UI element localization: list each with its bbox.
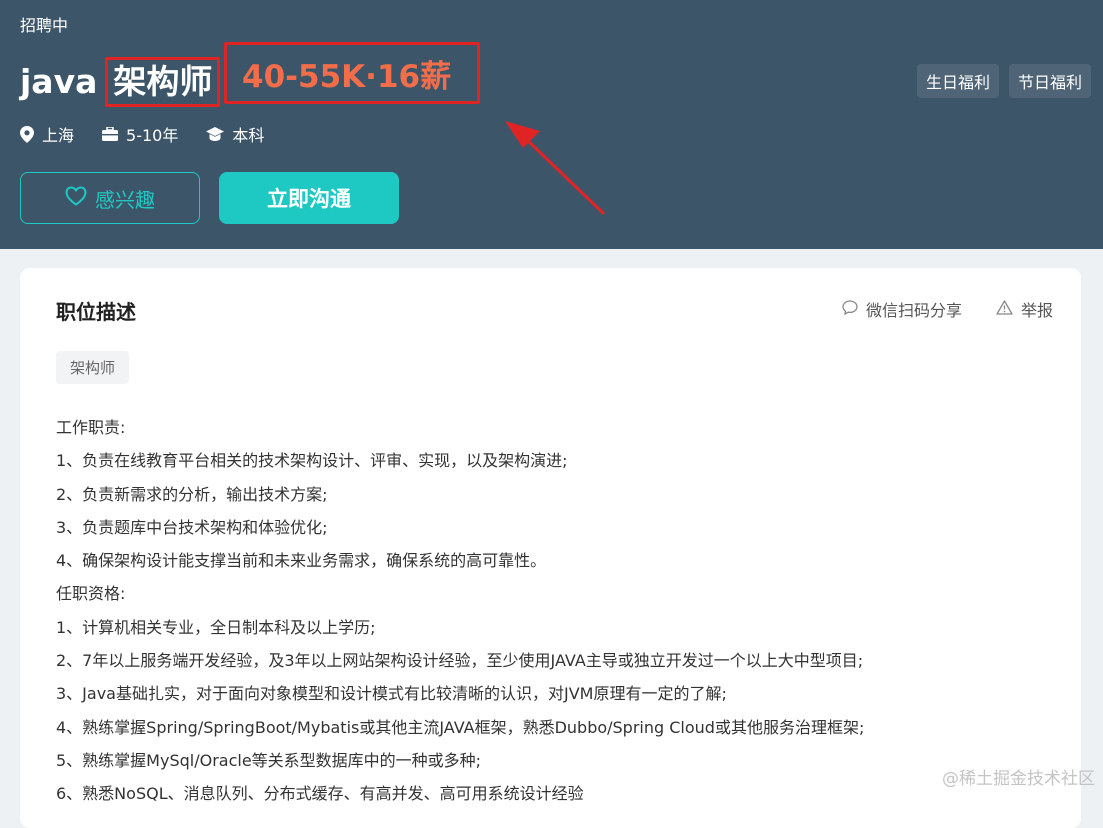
job-status: 招聘中 [20,16,69,35]
benefit-tag: 生日福利 [916,64,999,98]
card-actions: 微信扫码分享 举报 [842,297,1053,321]
description-line: 3、Java基础扎实，对于面向对象模型和设计模式有比较清晰的认识，对JVM原理有… [56,684,727,704]
card-title: 职位描述 [56,300,136,324]
job-description-card: 职位描述 微信扫码分享 举报 架构师 工作职责: 1、负责在线教育平台相关的技术… [20,268,1081,828]
job-header: 招聘中 java 架构师 40-55K·16薪 生日福利 节日福利 上海 5-10… [0,0,1103,249]
description-line: 2、7年以上服务端开发经验，及3年以上网站架构设计经验，至少使用JAVA主导或独… [56,651,864,671]
description-line: 5、熟练掌握MySql/Oracle等关系型数据库中的一种或多种; [56,750,482,770]
description-line: 6、熟悉NoSQL、消息队列、分布式缓存、有高并发、高可用系统设计经验 [56,784,584,804]
report-label: 举报 [1020,301,1053,320]
graduation-cap-icon [206,126,225,142]
description-line: 任职资格: [56,584,126,604]
interest-button[interactable]: 感兴趣 [20,172,200,224]
watermark: @稀土掘金技术社区 [942,769,1095,789]
description-line: 工作职责: [56,418,126,437]
chat-now-button[interactable]: 立即沟通 [219,172,399,224]
chat-bubble-icon [842,299,858,319]
share-label: 微信扫码分享 [865,301,962,320]
meta-location: 上海 [20,122,74,146]
job-title-highlight: 架构师 [105,57,221,107]
benefit-tags: 生日福利 节日福利 [916,64,1091,98]
description-line: 1、负责在线教育平台相关的技术架构设计、评审、实现，以及架构演进; [56,451,568,471]
report-button[interactable]: 举报 [996,297,1053,321]
job-meta: 上海 5-10年 本科 [20,122,264,146]
location-pin-icon [20,125,34,143]
position-tag: 架构师 [56,351,130,384]
description-line: 3、负责题库中台技术架构和体验优化; [56,517,328,537]
description-line: 4、熟练掌握Spring/SpringBoot/Mybatis或其他主流JAVA… [56,717,865,737]
job-title-prefix: java [20,62,98,101]
education-text: 本科 [232,126,265,145]
description-line: 1、计算机相关专业，全日制本科及以上学历; [56,617,376,637]
location-text: 上海 [42,126,75,145]
experience-text: 5-10年 [126,126,179,145]
interest-label: 感兴趣 [95,187,155,212]
description-line: 2、负责新需求的分析，输出技术方案; [56,484,328,504]
description-line: 4、确保架构设计能支撑当前和未来业务需求，确保系统的高可靠性。 [56,551,547,571]
salary: 40-55K·16薪 [224,42,480,104]
job-title: java 架构师 [20,56,221,108]
job-description: 工作职责: 1、负责在线教育平台相关的技术架构设计、评审、实现，以及架构演进; … [56,411,1066,811]
briefcase-icon [102,127,119,141]
heart-icon [65,185,87,211]
meta-education: 本科 [206,122,264,146]
warning-icon [996,299,1013,319]
wechat-share-button[interactable]: 微信扫码分享 [842,297,962,321]
meta-experience: 5-10年 [102,122,178,146]
benefit-tag: 节日福利 [1008,64,1091,98]
